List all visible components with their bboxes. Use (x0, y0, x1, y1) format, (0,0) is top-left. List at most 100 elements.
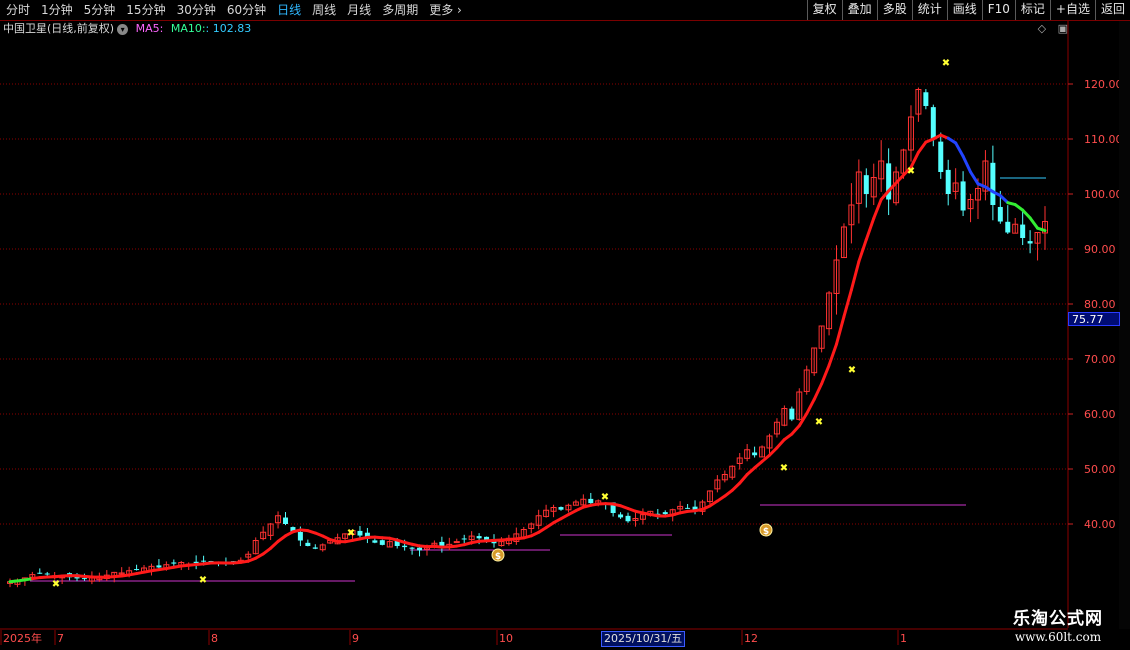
y-tick-label-4: 80.00 (1084, 298, 1116, 311)
candle-body-39 (297, 532, 303, 541)
ma-segment-106 (790, 424, 801, 436)
candle-body-22 (171, 562, 177, 564)
ma-segment-114 (849, 260, 861, 292)
candle-body-53 (402, 545, 408, 548)
high-marker-2: ✖ (347, 528, 355, 539)
ma-segment-110 (820, 363, 831, 386)
y-tick-label-6: 60.00 (1084, 408, 1116, 421)
high-marker-5: ✖ (815, 417, 823, 428)
period-tab-0[interactable]: 分时 (0, 0, 35, 20)
high-marker-0: ✖ (52, 579, 60, 590)
watermark-url: www.60lt.com (1014, 630, 1102, 644)
period-tab-6[interactable]: 日线 (271, 0, 306, 20)
x-tick-label-0: 2025年 (3, 631, 42, 645)
watermark-title: 乐淘公式网 (1013, 609, 1103, 629)
toolbar: 分时 1分钟 5分钟 15分钟 30分钟 60分钟 日线 周线 月线 多周期 更多 › 复权 叠加 多股… (0, 0, 1130, 21)
candle-body-132 (990, 162, 996, 205)
high-marker-8: ✖ (942, 58, 950, 69)
x-tick-label-3: 9 (352, 632, 359, 645)
candle-body-78 (588, 498, 594, 504)
period-tab-4[interactable]: 30分钟 (171, 0, 221, 20)
signal-markers: ✖ ✖ ✖ ✖ ✖ ✖ ✖ ✖ ✖ $ $ (52, 58, 950, 590)
action-button-5[interactable]: F10 (981, 0, 1015, 20)
window-icon[interactable]: ▣ (1058, 22, 1068, 35)
ma-segment-99 (738, 473, 749, 485)
moneybag-symbol-0: $ (495, 552, 501, 562)
action-button-4[interactable]: 画线 (946, 0, 982, 20)
x-tick-label-6: 12 (744, 632, 758, 645)
period-tab-5[interactable]: 60分钟 (221, 0, 271, 20)
period-tab-10[interactable]: 更多 › (423, 0, 467, 20)
ma-segment-36 (269, 539, 280, 550)
y-tick-label-2: 100.00 (1084, 188, 1123, 201)
ma-segment-104 (775, 438, 786, 450)
candle-body-20 (156, 565, 162, 568)
ma5-label: MA5: (135, 22, 164, 35)
period-tab-7[interactable]: 周线 (306, 0, 341, 20)
ma-segment-103 (767, 446, 779, 457)
action-button-0[interactable]: 复权 (806, 0, 842, 20)
ma-segment-109 (812, 382, 824, 401)
y-tick-label-8: 40.00 (1084, 518, 1116, 531)
grid-lines (0, 21, 1069, 630)
ma-segment-130 (969, 170, 980, 186)
candle-body-25 (193, 561, 199, 564)
ma-segment-120 (894, 173, 906, 185)
candle-body-17 (134, 569, 140, 571)
candle-body-47 (357, 530, 363, 536)
ma-segment-128 (954, 141, 965, 158)
period-tab-8[interactable]: 月线 (341, 0, 376, 20)
high-marker-1: ✖ (199, 575, 207, 586)
candle-body-10 (81, 578, 87, 580)
candle-body-124 (930, 107, 936, 139)
action-button-6[interactable]: 标记 (1014, 0, 1050, 20)
candle-body-54 (409, 547, 415, 549)
action-button-2[interactable]: 多股 (876, 0, 912, 20)
candles (7, 87, 1048, 588)
action-button-3[interactable]: 统计 (911, 0, 947, 20)
candle-body-125 (938, 141, 944, 172)
period-tab-9[interactable]: 多周期 (376, 0, 423, 20)
diamond-icon[interactable]: ◇ (1038, 22, 1046, 35)
x-tick-label-4: 10 (499, 632, 513, 645)
candle-body-128 (960, 181, 966, 211)
candle-body-105 (789, 408, 795, 420)
candle-body-41 (312, 547, 318, 549)
current-price-label: 75.77 (1068, 312, 1120, 326)
ma10-label: MA10: (170, 22, 206, 35)
chart-title: 中国卫星(日线,前复权) (3, 22, 115, 35)
x-tick-label-1: 7 (57, 632, 64, 645)
candle-body-37 (283, 517, 289, 524)
ma-segment-113 (842, 288, 853, 319)
y-tick-label-3: 90.00 (1084, 243, 1116, 256)
candle-body-123 (923, 92, 929, 106)
action-button-7[interactable]: +自选 (1049, 0, 1095, 20)
high-marker-6: ✖ (848, 365, 856, 376)
candle-body-50 (379, 540, 385, 545)
y-tick-label-1: 110.00 (1084, 133, 1123, 146)
ma-segment-116 (864, 216, 876, 242)
candle-body-5 (44, 573, 50, 575)
candle-body-136 (1020, 224, 1026, 238)
action-button-1[interactable]: 叠加 (841, 0, 877, 20)
candle-body-82 (618, 514, 624, 518)
ma-segment-111 (827, 342, 839, 367)
candle-body-134 (1005, 221, 1011, 233)
right-side-panel[interactable] (1119, 21, 1130, 629)
candle-body-63 (476, 536, 482, 539)
candle-body-61 (461, 538, 467, 540)
period-tab-2[interactable]: 5分钟 (78, 0, 121, 20)
ma-segment-134 (998, 194, 1010, 205)
ma-segment-123 (916, 140, 928, 154)
support-lines (30, 177, 1046, 582)
options-icon[interactable]: ▾ (117, 23, 129, 35)
kline-chart[interactable]: ✖ ✖ ✖ ✖ ✖ ✖ ✖ ✖ ✖ $ $ 120.00 110.00 100.00 90.00 80.00… (0, 0, 1130, 650)
period-tab-1[interactable]: 1分钟 (35, 0, 78, 20)
selected-date-label: 2025/10/31/五 (601, 631, 686, 647)
x-tick-label-2: 8 (211, 632, 218, 645)
action-button-8[interactable]: 返回 (1094, 0, 1130, 20)
x-tick-label-7: 1 (900, 632, 907, 645)
ma-segment-115 (857, 238, 868, 264)
period-tabs: 分时 1分钟 5分钟 15分钟 30分钟 60分钟 日线 周线 月线 多周期 更多 › (0, 0, 467, 20)
period-tab-3[interactable]: 15分钟 (120, 0, 170, 20)
